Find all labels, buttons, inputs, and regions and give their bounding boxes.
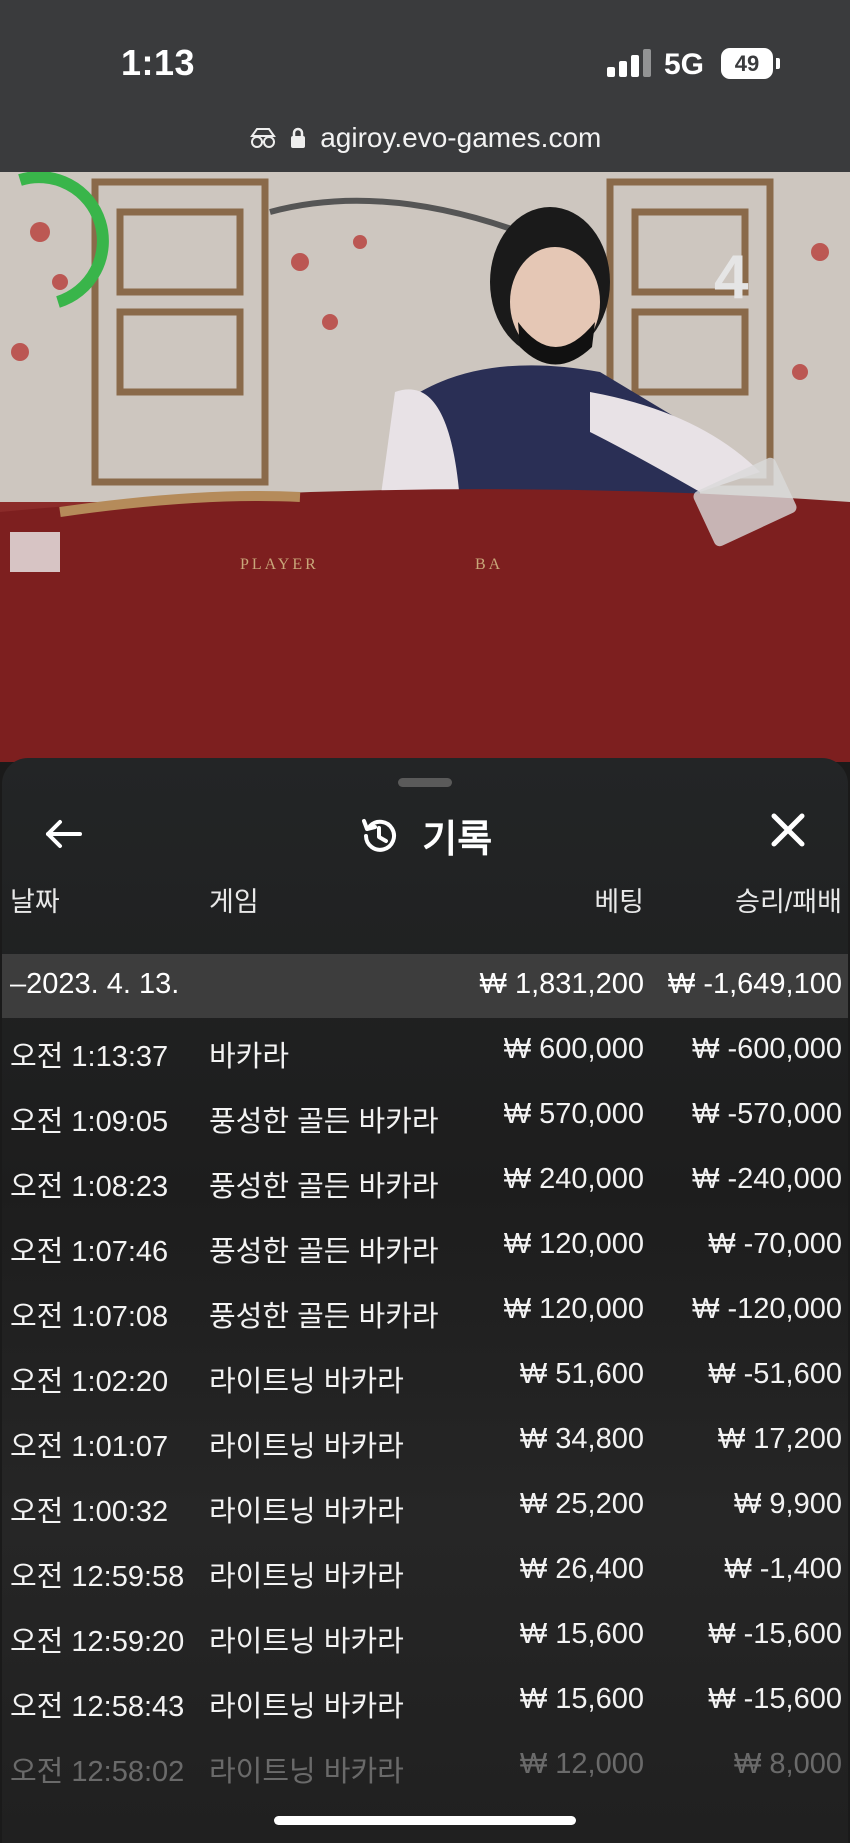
- column-header-date: 날짜: [10, 887, 60, 917]
- row-win-loss: ₩ -15,600: [708, 1618, 842, 1650]
- table-row[interactable]: 오전 1:08:23 풍성한 골든 바카라 ₩ 240,000 ₩ -240,0…: [2, 1149, 848, 1213]
- drag-handle[interactable]: [398, 778, 452, 787]
- history-icon: [361, 818, 396, 852]
- row-win-loss: ₩ 17,200: [717, 1423, 842, 1455]
- row-game: 라이트닝 바카라: [209, 1561, 404, 1593]
- table-row[interactable]: 오전 12:58:02 라이트닝 바카라 ₩ 12,000 ₩ 8,000: [2, 1734, 848, 1798]
- close-button[interactable]: [766, 808, 810, 852]
- row-time: 오전 1:08:23: [10, 1171, 169, 1203]
- status-bar: 1:13 5G 49 agiroy.evo-games.com: [0, 0, 850, 172]
- row-win-loss: ₩ -240,000: [692, 1163, 842, 1195]
- row-bet: ₩ 26,400: [519, 1553, 644, 1585]
- row-bet: ₩ 240,000: [503, 1163, 644, 1195]
- url-text: agiroy.evo-games.com: [320, 122, 602, 153]
- group-date: –2023. 4. 13.: [10, 968, 180, 1000]
- row-game: 라이트닝 바카라: [209, 1366, 404, 1398]
- table-row[interactable]: 오전 1:01:07 라이트닝 바카라 ₩ 34,800 ₩ 17,200: [2, 1409, 848, 1473]
- row-game: 라이트닝 바카라: [209, 1431, 404, 1463]
- row-bet: ₩ 570,000: [503, 1098, 644, 1130]
- row-game: 라이트닝 바카라: [209, 1626, 404, 1658]
- row-time: 오전 1:13:37: [10, 1041, 169, 1073]
- row-time: 오전 12:59:20: [10, 1626, 185, 1658]
- table-row[interactable]: 오전 1:02:20 라이트닝 바카라 ₩ 51,600 ₩ -51,600: [2, 1344, 848, 1408]
- table-player-label: PLAYER: [240, 556, 319, 573]
- battery-icon: 49: [721, 48, 773, 79]
- lock-icon: [290, 124, 306, 156]
- row-win-loss: ₩ -570,000: [692, 1098, 842, 1130]
- row-game: 라이트닝 바카라: [209, 1496, 404, 1528]
- row-game: 풍성한 골든 바카라: [209, 1106, 439, 1138]
- table-row[interactable]: 오전 12:59:58 라이트닝 바카라 ₩ 26,400 ₩ -1,400: [2, 1539, 848, 1603]
- row-game: 바카라: [209, 1041, 290, 1073]
- row-time: 오전 1:07:46: [10, 1236, 169, 1268]
- cellular-signal-icon: [607, 49, 651, 77]
- table-row[interactable]: 오전 1:13:37 바카라 ₩ 600,000 ₩ -600,000: [2, 1019, 848, 1083]
- date-group-header[interactable]: –2023. 4. 13. ₩ 1,831,200 ₩ -1,649,100: [2, 954, 848, 1018]
- row-game: 라이트닝 바카라: [209, 1691, 404, 1723]
- row-time: 오전 1:09:05: [10, 1106, 169, 1138]
- row-game: 라이트닝 바카라: [209, 1756, 404, 1788]
- table-row[interactable]: 오전 1:07:46 풍성한 골든 바카라 ₩ 120,000 ₩ -70,00…: [2, 1214, 848, 1278]
- row-win-loss: ₩ -51,600: [708, 1358, 842, 1390]
- column-header-game: 게임: [209, 887, 259, 917]
- row-win-loss: ₩ -600,000: [692, 1033, 842, 1065]
- battery-tip: [776, 58, 780, 69]
- column-header-bet: 베팅: [594, 887, 644, 917]
- row-bet: ₩ 120,000: [503, 1293, 644, 1325]
- url-bar[interactable]: agiroy.evo-games.com: [0, 122, 850, 156]
- panel-title: 기록: [422, 819, 493, 861]
- row-win-loss: ₩ -15,600: [708, 1683, 842, 1715]
- clock: 1:13: [121, 42, 196, 83]
- table-row[interactable]: 오전 1:07:08 풍성한 골든 바카라 ₩ 120,000 ₩ -120,0…: [2, 1279, 848, 1343]
- row-time: 오전 1:07:08: [10, 1301, 169, 1333]
- row-win-loss: ₩ -1,400: [724, 1553, 842, 1585]
- row-game: 풍성한 골든 바카라: [209, 1171, 439, 1203]
- row-time: 오전 1:01:07: [10, 1431, 169, 1463]
- row-game: 풍성한 골든 바카라: [209, 1236, 439, 1268]
- table-banker-label: BA: [475, 556, 503, 573]
- row-time: 오전 12:58:02: [10, 1756, 185, 1788]
- history-panel: 기록 날짜 게임 베팅 승리/패배 –2023. 4. 13. ₩ 1,831,…: [2, 758, 848, 1843]
- row-bet: ₩ 25,200: [519, 1488, 644, 1520]
- row-bet: ₩ 15,600: [519, 1683, 644, 1715]
- live-dealer-video: PLAYER BA 4: [0, 172, 850, 762]
- row-win-loss: ₩ 9,900: [734, 1488, 842, 1520]
- network-type: 5G: [664, 48, 705, 81]
- group-total-bet: ₩ 1,831,200: [479, 968, 644, 1000]
- row-time: 오전 12:58:43: [10, 1691, 185, 1723]
- row-win-loss: ₩ -70,000: [708, 1228, 842, 1260]
- countdown-number: 4: [714, 243, 749, 312]
- row-bet: ₩ 51,600: [519, 1358, 644, 1390]
- table-row[interactable]: 오전 1:09:05 풍성한 골든 바카라 ₩ 570,000 ₩ -570,0…: [2, 1084, 848, 1148]
- row-bet: ₩ 12,000: [519, 1748, 644, 1780]
- row-bet: ₩ 600,000: [503, 1033, 644, 1065]
- group-total-win-loss: ₩ -1,649,100: [667, 968, 842, 1000]
- row-win-loss: ₩ -120,000: [692, 1293, 842, 1325]
- table-row[interactable]: 오전 1:00:32 라이트닝 바카라 ₩ 25,200 ₩ 9,900: [2, 1474, 848, 1538]
- close-icon: [771, 813, 805, 847]
- table-header: 날짜 게임 베팅 승리/패배: [2, 880, 848, 924]
- home-indicator[interactable]: [274, 1816, 576, 1825]
- panel-header: 기록: [2, 808, 848, 863]
- column-header-win-loss: 승리/패배: [735, 887, 842, 917]
- row-time: 오전 12:59:58: [10, 1561, 185, 1593]
- row-time: 오전 1:02:20: [10, 1366, 169, 1398]
- table-row[interactable]: 오전 12:59:20 라이트닝 바카라 ₩ 15,600 ₩ -15,600: [2, 1604, 848, 1668]
- row-win-loss: ₩ 8,000: [734, 1748, 842, 1780]
- privacy-icon: [249, 124, 277, 156]
- row-bet: ₩ 120,000: [503, 1228, 644, 1260]
- row-time: 오전 1:00:32: [10, 1496, 169, 1528]
- table-row[interactable]: 오전 12:58:43 라이트닝 바카라 ₩ 15,600 ₩ -15,600: [2, 1669, 848, 1733]
- countdown-ring-icon: [18, 172, 109, 308]
- row-game: 풍성한 골든 바카라: [209, 1301, 439, 1333]
- row-bet: ₩ 15,600: [519, 1618, 644, 1650]
- row-bet: ₩ 34,800: [519, 1423, 644, 1455]
